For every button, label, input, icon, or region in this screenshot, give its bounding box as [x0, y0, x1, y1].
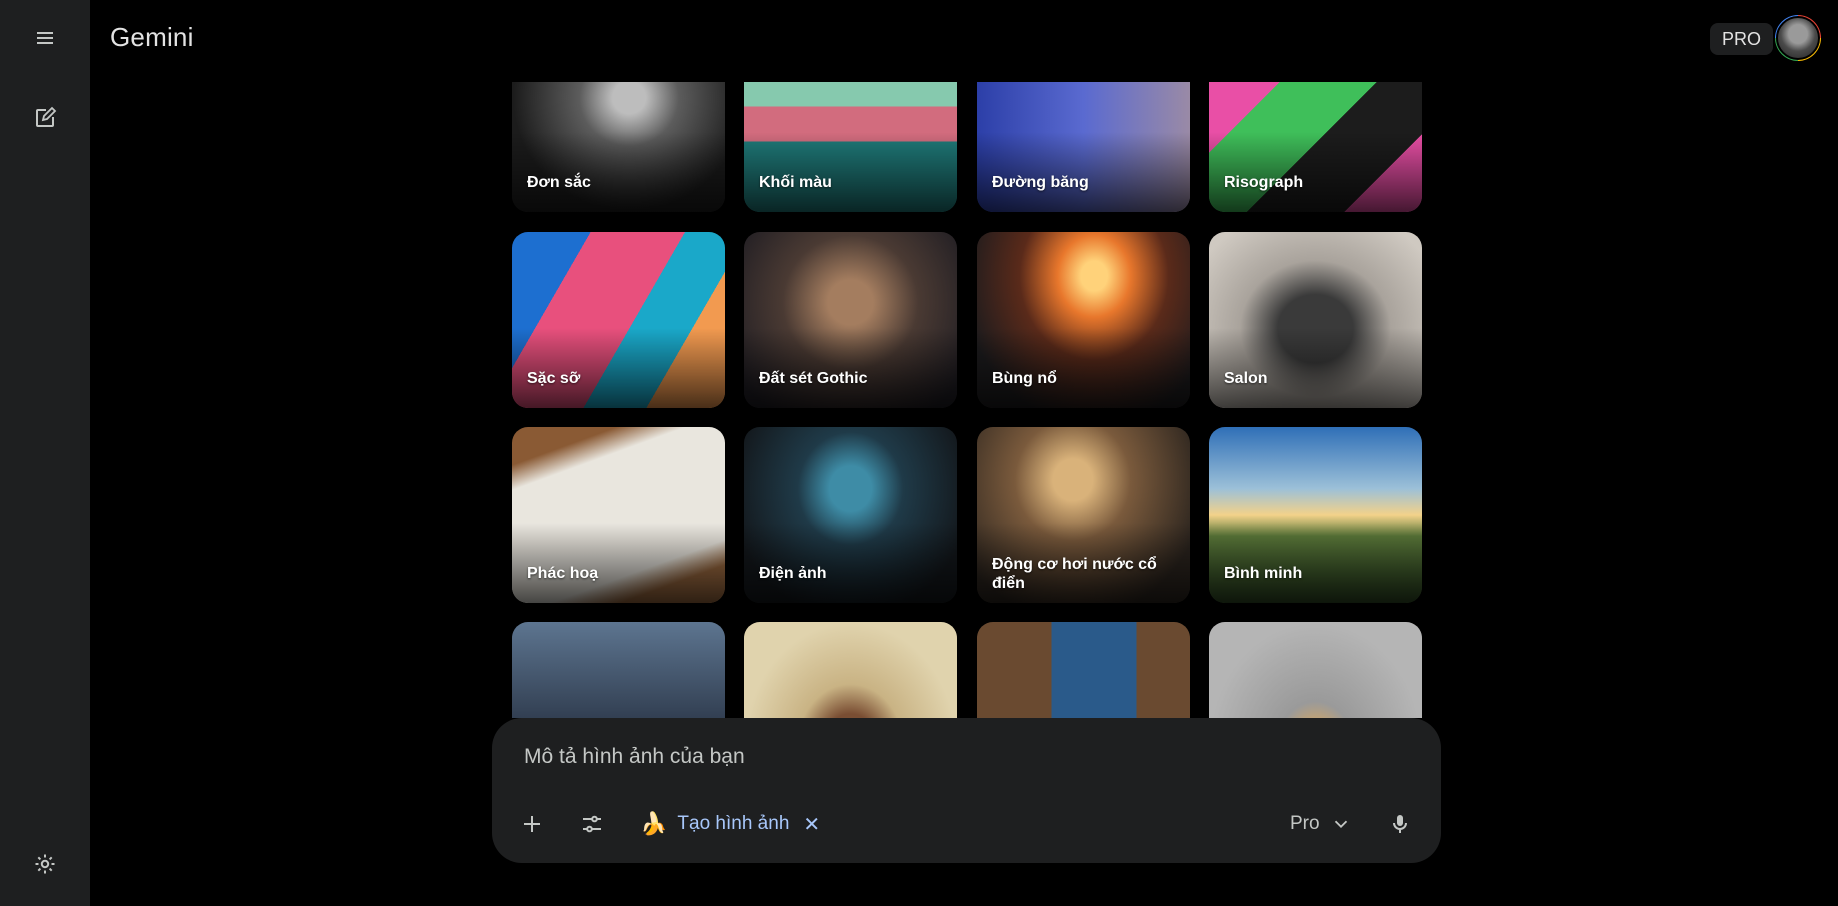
- style-card-row4-2[interactable]: [744, 622, 957, 718]
- style-card-label: Bùng nổ: [992, 370, 1057, 387]
- model-selector[interactable]: Pro: [1290, 806, 1352, 842]
- menu-button[interactable]: [24, 17, 66, 59]
- style-card-label: Đất sét Gothic: [759, 370, 868, 387]
- image-tool-label: Tạo hình ảnh: [677, 813, 790, 834]
- plus-icon: [524, 816, 540, 832]
- style-card-label: Động cơ hơi nước cổ điển: [992, 556, 1157, 592]
- banana-icon: 🍌: [640, 811, 668, 836]
- style-card-dien-anh[interactable]: Điện ảnh: [744, 427, 957, 603]
- close-icon[interactable]: ✕: [803, 812, 820, 837]
- settings-icon: [35, 854, 55, 874]
- prompt-input[interactable]: [522, 744, 1406, 770]
- add-attachment-button[interactable]: [512, 804, 552, 844]
- style-card-label: Bình minh: [1224, 565, 1303, 582]
- style-card-binh-minh[interactable]: Động cơ hơi nước cổ điển Bình minh: [1209, 427, 1422, 603]
- style-card-row4-3[interactable]: [977, 622, 1190, 718]
- style-card-salon[interactable]: Salon: [1209, 232, 1422, 408]
- style-card-phac-hoa[interactable]: Phác hoạ: [512, 427, 725, 603]
- style-card-label: Đường băng: [992, 174, 1089, 191]
- sidebar: [0, 0, 90, 906]
- style-card-label: Sặc sỡ: [527, 370, 581, 387]
- model-label: Pro: [1290, 813, 1320, 834]
- tune-icon: [583, 815, 601, 833]
- style-card-label: Điện ảnh: [759, 565, 827, 582]
- style-card-label: Phác hoạ: [527, 565, 599, 582]
- style-gallery: Đơn sắc Khối màu Đường băng Risograph Sặ…: [0, 0, 1838, 718]
- tools-button[interactable]: [572, 804, 612, 844]
- app-title[interactable]: Gemini: [110, 22, 194, 53]
- settings-button[interactable]: [24, 843, 66, 885]
- avatar-image: [1776, 16, 1820, 60]
- new-chat-icon: [36, 106, 57, 127]
- header-backdrop: [90, 0, 1838, 82]
- prompt-composer: 🍌 Tạo hình ảnh ✕ Pro: [492, 718, 1441, 863]
- menu-icon: [37, 32, 53, 44]
- microphone-button[interactable]: [1380, 804, 1420, 844]
- microphone-icon: [1393, 815, 1407, 833]
- style-card-row4-4[interactable]: [1209, 622, 1422, 718]
- plan-badge[interactable]: PRO: [1710, 23, 1774, 55]
- new-chat-button[interactable]: [24, 97, 66, 139]
- image-tool-chip[interactable]: 🍌 Tạo hình ảnh ✕: [640, 806, 820, 842]
- style-card-label: Đơn sắc: [527, 174, 591, 191]
- style-card-bung-no[interactable]: Bùng nổ: [977, 232, 1190, 408]
- style-card-sac-so[interactable]: Sặc sỡ: [512, 232, 725, 408]
- account-avatar[interactable]: [1775, 15, 1821, 61]
- style-card-label: Khối màu: [759, 174, 832, 191]
- style-card-label: Risograph: [1224, 174, 1304, 191]
- style-card-label: Salon: [1224, 370, 1268, 387]
- style-card-dong-co-hoi-nuoc[interactable]: Động cơ hơi nước cổ điển: [977, 427, 1190, 603]
- chevron-down-icon: [1334, 820, 1347, 829]
- style-card-row4-1[interactable]: [512, 622, 725, 718]
- style-card-dat-set-gothic[interactable]: Đất sét Gothic: [744, 232, 957, 408]
